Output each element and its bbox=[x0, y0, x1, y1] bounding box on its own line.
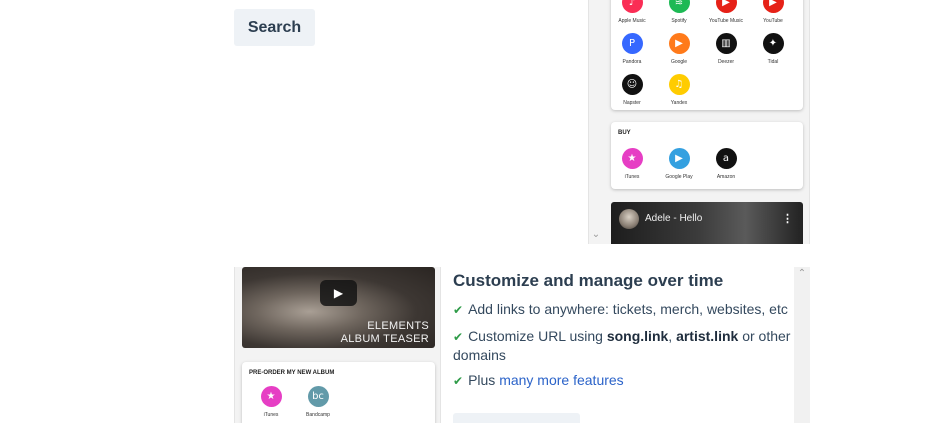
feature-item-custom-url: ✔ Customize URL using song.link, artist.l… bbox=[453, 327, 798, 364]
video-card[interactable]: Adele - Hello ⋮ bbox=[611, 202, 803, 244]
spotify-icon: ≋ bbox=[668, 0, 690, 13]
google-play-icon: ▶ bbox=[668, 148, 690, 169]
service-youtube[interactable]: ▶ YouTube bbox=[753, 0, 793, 24]
apple-music-icon: ♪ bbox=[621, 0, 643, 13]
service-label: YouTube Music bbox=[708, 18, 744, 24]
service-label: Spotify bbox=[671, 18, 687, 24]
bottom-preview-mockup: ▶ ELEMENTS ALBUM TEASER PRE-ORDER MY NEW… bbox=[234, 267, 441, 423]
service-label: Napster bbox=[623, 100, 641, 106]
service-label: Yandex bbox=[670, 100, 688, 106]
service-label: Deezer bbox=[717, 59, 735, 65]
service-label: Amazon bbox=[716, 174, 736, 180]
service-label: YouTube bbox=[763, 18, 783, 24]
service-label: Pandora bbox=[622, 59, 642, 65]
service-youtube-music[interactable]: ▶ YouTube Music bbox=[706, 0, 746, 24]
scrollbar[interactable]: ⌃ bbox=[794, 267, 810, 423]
feature-item-links: ✔ Add links to anywhere: tickets, merch, … bbox=[453, 300, 798, 319]
service-bandcamp[interactable]: bc Bandcamp bbox=[298, 386, 338, 418]
service-deezer[interactable]: ▥ Deezer bbox=[706, 33, 746, 65]
youtube-music-icon: ▶ bbox=[715, 0, 737, 13]
service-spotify[interactable]: ≋ Spotify bbox=[659, 0, 699, 24]
itunes-icon: ★ bbox=[621, 148, 643, 169]
service-amazon[interactable]: a Amazon bbox=[706, 148, 746, 180]
preorder-card: PRE-ORDER MY NEW ALBUM ★ iTunes bc Bandcamp bbox=[242, 362, 435, 423]
buy-card: BUY ★ iTunes ▶ Google Play a Amazon bbox=[611, 122, 803, 189]
preorder-title: PRE-ORDER MY NEW ALBUM bbox=[249, 370, 335, 376]
search-button[interactable]: Search bbox=[234, 9, 315, 46]
play-icon[interactable]: ▶ bbox=[320, 280, 357, 306]
service-label: iTunes bbox=[624, 174, 640, 180]
pandora-icon: P bbox=[621, 33, 643, 54]
service-label: Bandcamp bbox=[306, 412, 330, 418]
service-yandex-music[interactable]: ♫ Yandex bbox=[659, 74, 699, 106]
more-features-link[interactable]: many more features bbox=[499, 372, 624, 388]
feature-item-more: ✔ Plus many more features bbox=[453, 371, 798, 390]
scroll-down-arrow-icon[interactable]: ⌄ bbox=[590, 228, 602, 242]
separator: , bbox=[668, 328, 677, 344]
album-teaser-video[interactable]: ▶ ELEMENTS ALBUM TEASER bbox=[242, 267, 435, 348]
google-play-music-icon: ▶ bbox=[668, 33, 690, 54]
deezer-icon: ▥ bbox=[715, 33, 737, 54]
album-teaser-text: ELEMENTS ALBUM TEASER bbox=[341, 320, 429, 346]
service-tidal[interactable]: ✦ Tidal bbox=[753, 33, 793, 65]
check-icon: ✔ bbox=[453, 374, 464, 388]
service-label: Apple Music bbox=[618, 18, 646, 24]
service-pandora[interactable]: P Pandora bbox=[612, 33, 652, 65]
yandex-music-icon: ♫ bbox=[668, 74, 690, 95]
artist-link-domain: artist.link bbox=[676, 328, 739, 344]
video-title: Adele - Hello bbox=[645, 213, 703, 224]
napster-icon: ☺ bbox=[621, 74, 643, 95]
service-itunes[interactable]: ★ iTunes bbox=[612, 148, 652, 180]
feature-text: Customize URL using bbox=[468, 328, 607, 344]
teaser-line-1: ELEMENTS bbox=[367, 320, 429, 332]
service-napster[interactable]: ☺ Napster bbox=[612, 74, 652, 106]
feature-text: Add links to anywhere: tickets, merch, w… bbox=[468, 301, 788, 317]
bandcamp-icon: bc bbox=[307, 386, 329, 407]
youtube-icon: ▶ bbox=[762, 0, 784, 13]
feature-text: Plus bbox=[468, 372, 500, 388]
channel-avatar bbox=[619, 209, 639, 229]
service-label: Google Play bbox=[665, 174, 693, 180]
scroll-up-arrow-icon[interactable]: ⌃ bbox=[794, 267, 810, 281]
service-google-play[interactable]: ▶ Google Play bbox=[659, 148, 699, 180]
service-apple-music[interactable]: ♪ Apple Music bbox=[612, 0, 652, 24]
song-link-domain: song.link bbox=[606, 328, 669, 344]
tidal-icon: ✦ bbox=[762, 33, 784, 54]
amazon-icon: a bbox=[715, 148, 737, 169]
teaser-line-2: ALBUM TEASER bbox=[340, 333, 429, 345]
itunes-icon: ★ bbox=[260, 386, 282, 407]
check-icon: ✔ bbox=[453, 330, 464, 344]
service-google-play-music[interactable]: ▶ Google bbox=[659, 33, 699, 65]
buy-title: BUY bbox=[618, 130, 631, 136]
service-itunes[interactable]: ★ iTunes bbox=[251, 386, 291, 418]
top-preview-mockup: ♪ Apple Music ≋ Spotify ▶ YouTube Music ▶ YouTu… bbox=[588, 0, 810, 244]
check-icon: ✔ bbox=[453, 303, 464, 317]
more-options-icon[interactable]: ⋮ bbox=[782, 212, 793, 225]
listen-card: ♪ Apple Music ≋ Spotify ▶ YouTube Music ▶ YouTu… bbox=[611, 0, 803, 110]
features-title: Customize and manage over time bbox=[453, 271, 724, 290]
service-label: Google bbox=[670, 59, 688, 65]
service-label: Tidal bbox=[767, 59, 779, 65]
features-button[interactable] bbox=[453, 413, 580, 423]
service-label: iTunes bbox=[263, 412, 279, 418]
